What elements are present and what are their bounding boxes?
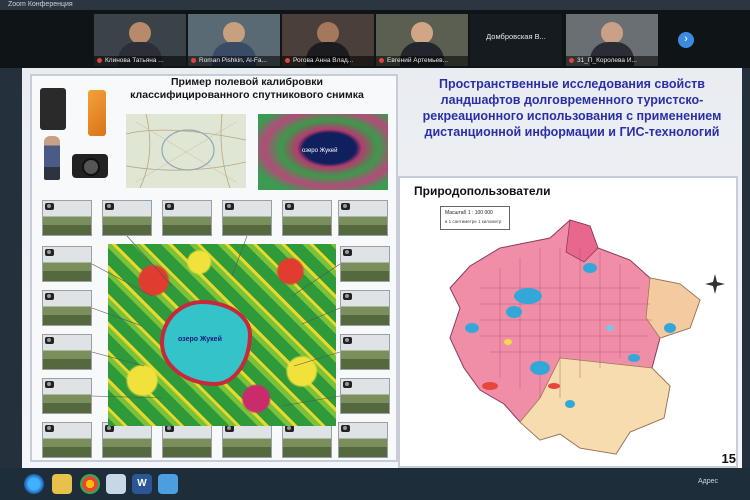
participant-tile[interactable]: Домбровская В... bbox=[470, 14, 562, 66]
participant-tile[interactable]: Евгений Артемьев... bbox=[376, 14, 468, 66]
participant-video bbox=[411, 22, 433, 44]
zoom-app-icon[interactable] bbox=[158, 474, 178, 494]
window-icon[interactable] bbox=[106, 474, 126, 494]
word-icon-letter: W bbox=[137, 478, 147, 489]
taskbar-address-label: Адрес bbox=[697, 478, 718, 485]
mic-muted-icon bbox=[569, 57, 574, 63]
start-button[interactable] bbox=[24, 474, 44, 494]
participant-caption: Рогова Анна Влад... bbox=[282, 56, 374, 66]
participant-name: Roman Pishkin, Al-Fa... bbox=[199, 57, 267, 64]
participant-caption: Клинова Татьяна ... bbox=[94, 56, 186, 66]
participant-tile[interactable]: Рогова Анна Влад... bbox=[282, 14, 374, 66]
calibration-panel: озеро Жукей озеро Жукей bbox=[30, 74, 398, 462]
participant-name: Домбровская В... bbox=[486, 32, 546, 41]
mic-muted-icon bbox=[285, 57, 290, 63]
participant-name: Рогова Анна Влад... bbox=[293, 57, 354, 64]
land-users-heading: Природопользователи bbox=[414, 184, 551, 198]
participant-tile[interactable]: Клинова Татьяна ... bbox=[94, 14, 186, 66]
mic-muted-icon bbox=[191, 57, 196, 63]
shared-slide: озеро Жукей озеро Жукей Пример полевой к… bbox=[22, 68, 742, 468]
participant-caption: 31_П_Королева И... bbox=[566, 56, 658, 66]
slide-title: Пространственные исследования свойств ла… bbox=[422, 77, 722, 139]
participant-name: Клинова Татьяна ... bbox=[105, 57, 164, 64]
file-explorer-icon[interactable] bbox=[52, 474, 72, 494]
mic-muted-icon bbox=[379, 57, 384, 63]
word-icon[interactable]: W bbox=[132, 474, 152, 494]
participant-video bbox=[601, 22, 623, 44]
slide-number: 15 bbox=[721, 451, 736, 466]
zoom-window: Zoom Конференция Клинова Татьяна ... Rom… bbox=[0, 0, 750, 500]
land-use-map bbox=[449, 219, 701, 455]
participant-caption: Евгений Артемьев... bbox=[376, 56, 468, 66]
chevron-right-icon: › bbox=[684, 33, 688, 45]
participant-video bbox=[317, 22, 339, 44]
participant-name: 31_П_Королева И... bbox=[577, 57, 637, 64]
participant-caption: Roman Pishkin, Al-Fa... bbox=[188, 56, 280, 66]
window-title: Zoom Конференция bbox=[8, 1, 73, 8]
participant-tile[interactable]: Roman Pishkin, Al-Fa... bbox=[188, 14, 280, 66]
next-page-button[interactable]: › bbox=[678, 32, 694, 48]
window-titlebar: Zoom Конференция bbox=[0, 0, 750, 10]
participant-strip: Клинова Татьяна ... Roman Pishkin, Al-Fa… bbox=[0, 10, 750, 68]
windows-taskbar: W Адрес bbox=[0, 468, 750, 500]
chrome-icon[interactable] bbox=[80, 474, 100, 494]
calibration-title: Пример полевой калибровки классифицирова… bbox=[130, 76, 364, 101]
participant-tile[interactable]: 31_П_Королева И... bbox=[566, 14, 658, 66]
participant-video bbox=[223, 22, 245, 44]
calibration-leader-lines bbox=[91, 235, 341, 407]
participant-video bbox=[129, 22, 151, 44]
mic-muted-icon bbox=[97, 57, 102, 63]
participant-name: Евгений Артемьев... bbox=[387, 57, 448, 64]
land-users-panel: Природопользователи Масштаб 1 : 100 000 … bbox=[398, 176, 738, 468]
